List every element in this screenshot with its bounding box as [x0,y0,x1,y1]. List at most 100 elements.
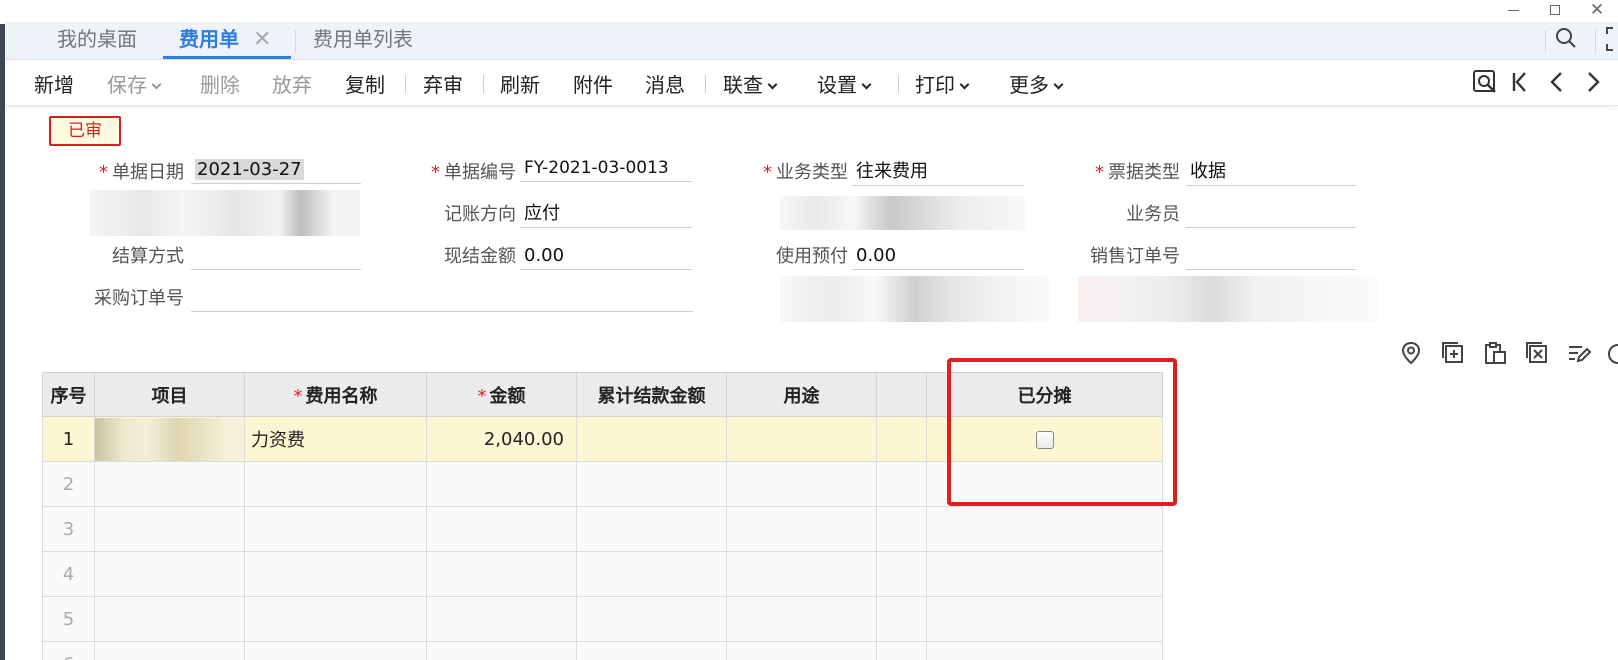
table-row[interactable]: 3 [42,506,1163,552]
chevron-down-icon [767,79,778,90]
location-pin-icon[interactable] [1398,340,1424,366]
use-prepayment-field[interactable]: 0.00 [852,242,1024,270]
cell-expense-name[interactable] [244,551,427,597]
minimize-icon[interactable] [1492,0,1534,20]
previous-record-icon[interactable] [1543,68,1571,96]
settings-button[interactable]: 设置 [817,69,872,98]
paste-row-icon[interactable] [1482,340,1508,366]
document-search-icon[interactable] [1471,68,1499,96]
copy-button[interactable]: 复制 [345,69,385,98]
cell-item[interactable] [94,416,245,462]
toolbar-divider [483,75,484,93]
save-button[interactable]: 保存 [107,69,162,98]
clock-icon[interactable] [1604,340,1618,366]
purchase-order-field[interactable] [191,284,693,312]
allocated-checkbox[interactable] [1035,430,1054,449]
new-button[interactable]: 新增 [34,69,74,98]
attachment-button[interactable]: 附件 [573,69,613,98]
col-header-amount[interactable]: * 金额 [426,372,577,417]
table-row[interactable]: 5 [42,596,1163,642]
table-row[interactable]: 1 力资费 2,040.00 [42,416,1163,462]
doc-date-field[interactable]: 2021-03-27 [191,156,361,184]
refresh-button[interactable]: 刷新 [500,69,540,98]
col-header-allocated[interactable]: 已分摊 [926,372,1163,417]
delete-row-icon[interactable] [1524,340,1550,366]
maximize-icon[interactable] [1534,0,1576,20]
cell-purpose[interactable] [726,641,877,660]
cell-allocated[interactable] [926,506,1163,552]
cell-expense-name[interactable] [244,641,427,660]
cell-allocated[interactable] [926,416,1163,462]
print-button[interactable]: 打印 [915,69,970,98]
close-window-icon[interactable]: ✕ [1576,0,1618,20]
cell-purpose[interactable] [726,416,877,462]
cell-expense-name[interactable] [244,461,427,507]
cell-purpose[interactable] [726,551,877,597]
cell-settled-amount[interactable] [576,641,727,660]
col-header-item[interactable]: 项目 [94,372,245,417]
cell-amount[interactable]: 2,040.00 [426,416,577,462]
cell-amount[interactable] [426,551,577,597]
cell-item[interactable] [94,596,245,642]
cell-expense-name[interactable] [244,596,427,642]
cell-purpose[interactable] [726,461,877,507]
chevron-down-icon [151,79,162,90]
cell-expense-name[interactable]: 力资费 [244,416,427,462]
col-header-expense-name[interactable]: * 费用名称 [244,372,427,417]
cell-item[interactable] [94,461,245,507]
cell-settled-amount[interactable] [576,596,727,642]
table-row[interactable]: 6 [42,641,1163,660]
bill-type-field[interactable]: 收据 [1186,158,1356,186]
cell-item[interactable] [94,641,245,660]
cell-amount[interactable] [426,461,577,507]
cell-purpose[interactable] [726,596,877,642]
sales-order-field[interactable] [1186,242,1356,270]
cell-expense-name[interactable] [244,506,427,552]
cell-settled-amount[interactable] [576,461,727,507]
cell-spacer [876,641,927,660]
link-query-button[interactable]: 联查 [723,69,778,98]
cell-allocated[interactable] [926,551,1163,597]
tab-expense-form[interactable]: 费用单 ✕ [163,22,291,59]
col-header-settled-amount[interactable]: 累计结款金额 [576,372,727,417]
cell-amount[interactable] [426,641,577,660]
cell-settled-amount[interactable] [576,416,727,462]
cell-allocated[interactable] [926,596,1163,642]
tab-expense-list[interactable]: 费用单列表 [297,22,429,59]
cell-settled-amount[interactable] [576,551,727,597]
tab-my-desktop[interactable]: 我的桌面 [41,22,153,59]
cell-item[interactable] [94,506,245,552]
cell-amount[interactable] [426,596,577,642]
tab-close-icon[interactable]: ✕ [253,27,271,52]
settlement-method-label: 结算方式 [112,246,184,267]
cell-allocated[interactable] [926,461,1163,507]
cell-amount[interactable] [426,506,577,552]
search-icon[interactable] [1551,24,1581,54]
cell-seq: 3 [42,506,95,552]
cell-settled-amount[interactable] [576,506,727,552]
message-button[interactable]: 消息 [645,69,685,98]
first-record-icon[interactable] [1507,68,1535,96]
fullscreen-icon[interactable] [1603,24,1618,54]
delete-button[interactable]: 删除 [200,69,240,98]
salesman-field[interactable] [1186,200,1356,228]
doc-number-field[interactable]: FY-2021-03-0013 [520,154,692,182]
col-header-seq[interactable]: 序号 [42,372,95,417]
edit-list-icon[interactable] [1566,340,1592,366]
table-row[interactable]: 4 [42,551,1163,597]
left-edge-strip [0,24,5,660]
cell-purpose[interactable] [726,506,877,552]
col-header-purpose[interactable]: 用途 [726,372,877,417]
business-type-field[interactable]: 往来费用 [852,158,1024,186]
unaudit-button[interactable]: 弃审 [423,69,463,98]
cell-item[interactable] [94,551,245,597]
next-record-icon[interactable] [1579,68,1607,96]
add-row-icon[interactable] [1440,340,1466,366]
cash-amount-field[interactable]: 0.00 [520,242,692,270]
table-row[interactable]: 2 [42,461,1163,507]
cell-allocated[interactable] [926,641,1163,660]
more-button[interactable]: 更多 [1009,69,1064,98]
discard-button[interactable]: 放弃 [272,69,312,98]
account-direction-field[interactable]: 应付 [520,200,692,228]
settlement-method-field[interactable] [191,242,361,270]
